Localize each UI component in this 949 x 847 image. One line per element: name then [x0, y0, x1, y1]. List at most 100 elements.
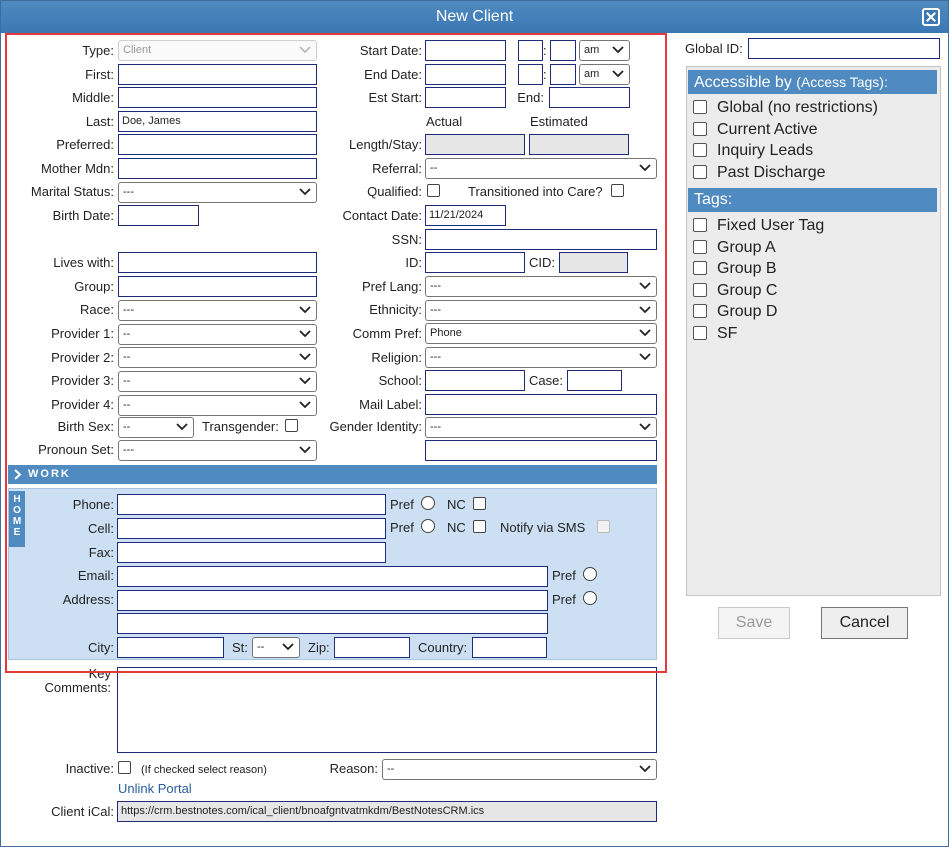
case-field[interactable] — [567, 370, 622, 391]
contact-date-label: Contact Date: — [342, 208, 423, 223]
chevron-down-icon — [639, 282, 651, 290]
inactive-checkbox[interactable] — [118, 761, 131, 774]
referral-select[interactable]: -- — [425, 158, 657, 179]
reason-select[interactable]: -- — [382, 759, 657, 780]
provider-3-select[interactable]: -- — [118, 371, 317, 392]
transgender-checkbox[interactable] — [285, 419, 298, 432]
transitioned-checkbox[interactable] — [611, 184, 624, 197]
school-label: School: — [378, 373, 422, 388]
fax-field[interactable] — [117, 542, 386, 563]
access-checkbox[interactable] — [693, 122, 707, 136]
provider-4-select[interactable]: -- — [118, 395, 317, 416]
cell-nc-checkbox[interactable] — [473, 520, 486, 533]
zip-field[interactable] — [334, 637, 410, 658]
provider-1-select[interactable]: -- — [118, 324, 317, 345]
email-pref-radio[interactable] — [583, 567, 597, 581]
client-ical-field[interactable]: https://crm.bestnotes.com/ical_client/bn… — [117, 801, 657, 822]
country-field[interactable] — [472, 637, 547, 658]
tag-checkbox[interactable] — [693, 240, 707, 254]
middle-name-field[interactable] — [118, 87, 317, 108]
race-select[interactable]: --- — [118, 300, 317, 321]
access-item-current-active[interactable]: Current Active — [693, 120, 817, 140]
preferred-name-field[interactable] — [118, 134, 317, 155]
address-pref-label: Pref — [552, 592, 576, 607]
end-minute-field[interactable] — [550, 64, 576, 85]
birth-sex-select[interactable]: -- — [118, 417, 194, 438]
first-name-field[interactable] — [118, 64, 317, 85]
group-field[interactable] — [118, 276, 317, 297]
birth-date-field[interactable] — [118, 205, 199, 226]
access-item-past-discharge[interactable]: Past Discharge — [693, 163, 826, 183]
chevron-down-icon — [299, 306, 311, 314]
gender-identity-select[interactable]: --- — [425, 417, 657, 438]
pref-lang-label: Pref Lang: — [362, 279, 422, 294]
email-field[interactable] — [117, 566, 548, 587]
pronoun-set-select[interactable]: --- — [118, 440, 317, 461]
gender-identity-other-field[interactable] — [425, 440, 657, 461]
ethnicity-select[interactable]: --- — [425, 300, 657, 321]
start-hour-field[interactable] — [518, 40, 543, 61]
reason-label: Reason: — [329, 761, 378, 776]
dialog-title: New Client — [435, 8, 514, 25]
unlink-portal-link[interactable]: Unlink Portal — [118, 781, 192, 796]
home-tab[interactable]: H O M E — [9, 491, 25, 547]
comm-pref-select[interactable]: Phone — [425, 323, 657, 344]
phone-pref-radio[interactable] — [421, 496, 435, 510]
access-checkbox[interactable] — [693, 143, 707, 157]
address-line1-field[interactable] — [117, 590, 548, 611]
end-hour-field[interactable] — [518, 64, 543, 85]
start-date-field[interactable] — [425, 40, 506, 61]
access-checkbox[interactable] — [693, 100, 707, 114]
address-line2-field[interactable] — [117, 613, 548, 634]
close-icon[interactable] — [922, 8, 940, 26]
end-ampm-select[interactable]: am — [579, 64, 630, 85]
id-field[interactable] — [425, 252, 525, 273]
save-button[interactable]: Save — [718, 607, 790, 639]
cell-field[interactable] — [117, 518, 386, 539]
tag-checkbox[interactable] — [693, 218, 707, 232]
chevron-down-icon — [299, 401, 311, 409]
ssn-field[interactable] — [425, 229, 657, 250]
tag-item-sf[interactable]: SF — [693, 324, 737, 344]
mother-maiden-field[interactable] — [118, 158, 317, 179]
cancel-button[interactable]: Cancel — [821, 607, 908, 639]
access-checkbox[interactable] — [693, 165, 707, 179]
end-date-field[interactable] — [425, 64, 506, 85]
length-stay-label: Length/Stay: — [349, 137, 422, 152]
access-item-global[interactable]: Global (no restrictions) — [693, 98, 878, 118]
cell-pref-radio[interactable] — [421, 519, 435, 533]
key-comments-textarea[interactable] — [117, 667, 657, 753]
contact-date-field[interactable]: 11/21/2024 — [425, 205, 506, 226]
religion-select[interactable]: --- — [425, 347, 657, 368]
tag-item-group-b[interactable]: Group B — [693, 259, 777, 279]
tag-item-group-d[interactable]: Group D — [693, 302, 777, 322]
client-ical-label: Client iCal: — [51, 804, 114, 819]
school-field[interactable] — [425, 370, 525, 391]
lives-with-field[interactable] — [118, 252, 317, 273]
access-item-inquiry-leads[interactable]: Inquiry Leads — [693, 141, 813, 161]
global-id-field[interactable] — [748, 38, 940, 59]
est-start-field[interactable] — [425, 87, 506, 108]
qualified-checkbox[interactable] — [427, 184, 440, 197]
city-field[interactable] — [117, 637, 224, 658]
tag-checkbox[interactable] — [693, 326, 707, 340]
tag-checkbox[interactable] — [693, 283, 707, 297]
address-pref-radio[interactable] — [583, 591, 597, 605]
tag-checkbox[interactable] — [693, 261, 707, 275]
start-minute-field[interactable] — [550, 40, 576, 61]
tag-item-group-a[interactable]: Group A — [693, 238, 776, 258]
mail-label-field[interactable] — [425, 394, 657, 415]
phone-nc-checkbox[interactable] — [473, 497, 486, 510]
last-name-field[interactable]: Doe, James — [118, 111, 317, 132]
tag-item-group-c[interactable]: Group C — [693, 281, 777, 301]
work-section-header[interactable]: WORK — [8, 465, 657, 484]
state-select[interactable]: -- — [252, 637, 300, 658]
tag-checkbox[interactable] — [693, 304, 707, 318]
pref-lang-select[interactable]: --- — [425, 276, 657, 297]
tag-item-fixed-user-tag[interactable]: Fixed User Tag — [693, 216, 824, 236]
provider-2-select[interactable]: -- — [118, 347, 317, 368]
start-ampm-select[interactable]: am — [579, 40, 630, 61]
est-end-field[interactable] — [549, 87, 630, 108]
phone-field[interactable] — [117, 494, 386, 515]
marital-status-select[interactable]: --- — [118, 182, 317, 203]
